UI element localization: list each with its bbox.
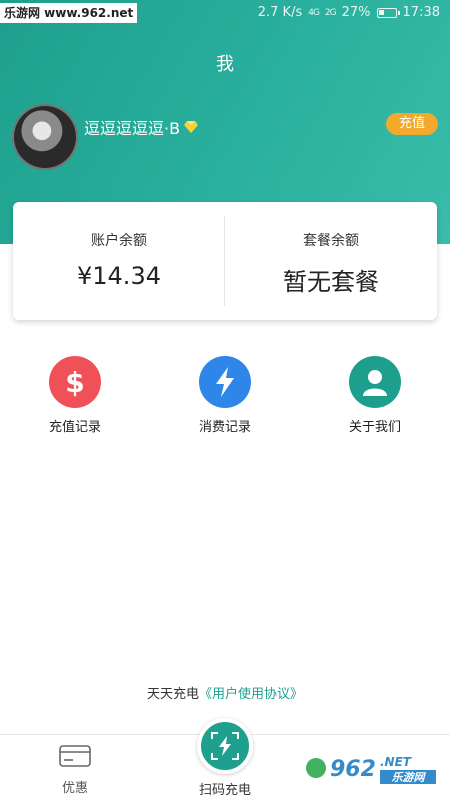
page-title: 我 bbox=[216, 54, 234, 75]
status-bar: 乐游网 www.962.net 2.7 K/s 4G 2G 27% 17:38 bbox=[0, 0, 450, 26]
battery-percent: 27% bbox=[341, 5, 371, 20]
recharge-records-label: 充值记录 bbox=[48, 420, 101, 435]
about-us-button[interactable]: 关于我们 bbox=[315, 356, 435, 435]
package-balance-value: 暂无套餐 bbox=[283, 268, 379, 296]
signal-4g-icon: 4G bbox=[308, 7, 320, 18]
account-balance[interactable]: 账户余额 ¥14.34 bbox=[13, 202, 225, 320]
svg-text:962: 962 bbox=[330, 757, 376, 782]
recharge-button[interactable]: 充值 bbox=[386, 113, 438, 135]
user-agreement: 天天充电《用户使用协议》 bbox=[0, 683, 450, 702]
scan-charge-label: 扫码充电 bbox=[198, 783, 251, 798]
agreement-prefix: 天天充电 bbox=[146, 687, 199, 702]
network-speed: 2.7 K/s bbox=[257, 5, 303, 20]
consumption-records-button[interactable]: 消费记录 bbox=[165, 356, 285, 435]
svg-text:$: $ bbox=[65, 367, 84, 397]
avatar[interactable] bbox=[12, 104, 78, 170]
lightning-icon bbox=[199, 356, 251, 408]
nav-discount-label: 优惠 bbox=[61, 781, 88, 796]
about-us-label: 关于我们 bbox=[348, 420, 401, 435]
user-name: 逗逗逗逗逗·B bbox=[84, 119, 181, 138]
watermark-logo: 962 .NET 乐游网 bbox=[304, 748, 444, 788]
account-balance-value: ¥14.34 bbox=[77, 262, 161, 290]
svg-text:乐游网: 乐游网 bbox=[392, 771, 427, 784]
action-grid: $ 充值记录 消费记录 关于我们 bbox=[0, 356, 450, 446]
card-icon bbox=[59, 745, 91, 767]
dollar-icon: $ bbox=[49, 356, 101, 408]
package-balance-label: 套餐余额 bbox=[303, 233, 359, 249]
package-balance[interactable]: 套餐余额 暂无套餐 bbox=[225, 202, 437, 320]
scan-lightning-icon bbox=[211, 732, 239, 760]
svg-text:.NET: .NET bbox=[380, 755, 412, 769]
battery-icon bbox=[376, 7, 400, 18]
clock: 17:38 bbox=[402, 5, 440, 20]
consumption-records-label: 消费记录 bbox=[198, 420, 251, 435]
account-balance-label: 账户余额 bbox=[91, 233, 147, 249]
recharge-records-button[interactable]: $ 充值记录 bbox=[15, 356, 135, 435]
status-right: 2.7 K/s 4G 2G 27% 17:38 bbox=[258, 5, 440, 20]
user-name-row: 逗逗逗逗逗·B bbox=[84, 115, 199, 139]
watermark-top: 乐游网 www.962.net bbox=[0, 3, 138, 23]
nav-discount[interactable]: 优惠 bbox=[20, 745, 130, 796]
scan-charge-button[interactable] bbox=[197, 718, 253, 774]
person-icon bbox=[349, 356, 401, 408]
agreement-link[interactable]: 《用户使用协议》 bbox=[199, 687, 303, 702]
vip-diamond-icon bbox=[184, 121, 199, 133]
balance-card: 账户余额 ¥14.34 套餐余额 暂无套餐 bbox=[13, 202, 437, 320]
signal-2g-icon: 2G bbox=[324, 7, 337, 18]
